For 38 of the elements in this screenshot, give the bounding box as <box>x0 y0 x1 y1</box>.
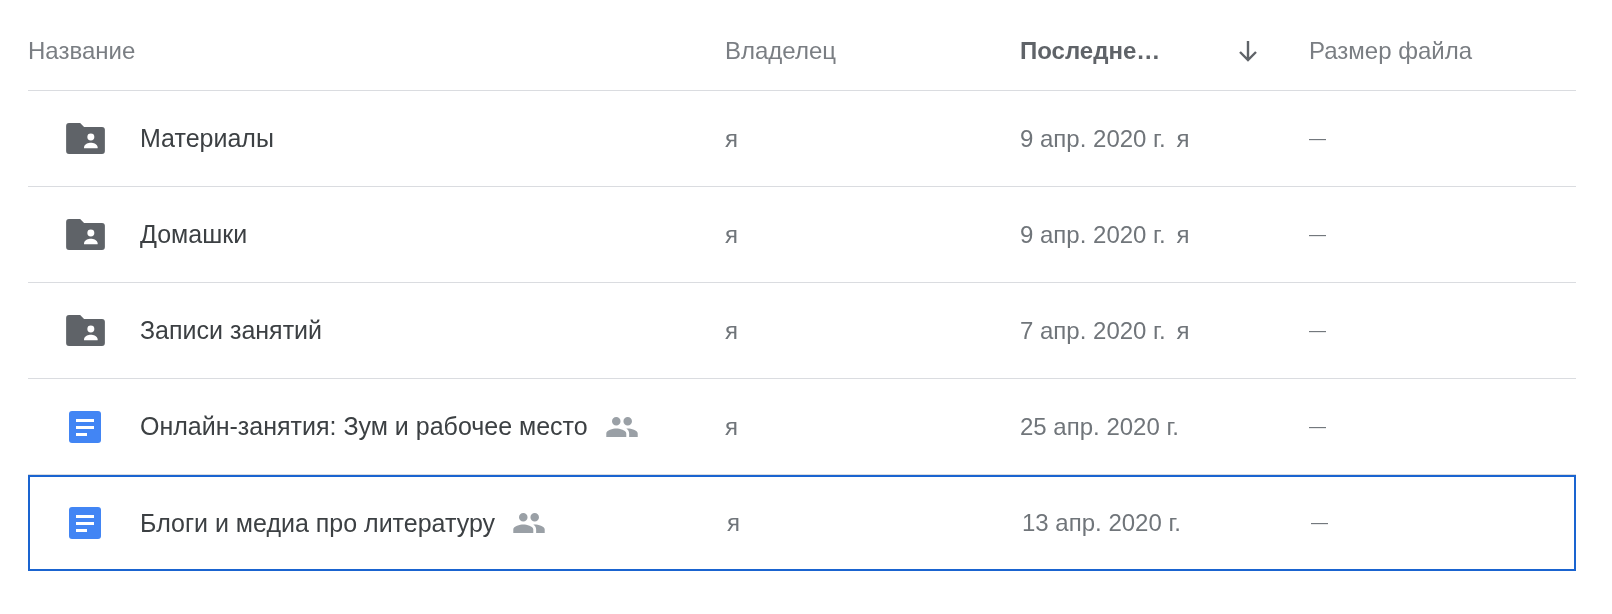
modifier-name: я <box>1176 124 1190 153</box>
file-row[interactable]: Записи занятий я 7 апр. 2020 г. я — <box>28 283 1576 379</box>
modified-date: 25 апр. 2020 г. <box>1020 412 1179 441</box>
file-name: Материалы <box>140 124 274 153</box>
modified-date: 7 апр. 2020 г. <box>1020 316 1166 345</box>
column-header[interactable]: Размер файла <box>1309 37 1472 65</box>
document-icon <box>69 410 101 443</box>
file-name: Блоги и медиа про литературу <box>140 508 496 538</box>
file-row[interactable]: Домашки я 9 апр. 2020 г. я — <box>28 187 1576 283</box>
file-row[interactable]: Материалы я 9 апр. 2020 г. я — <box>28 91 1576 187</box>
file-row[interactable]: Блоги и медиа про литературу я 13 апр. 2020 г. — <box>28 475 1576 571</box>
modified-date: 9 апр. 2020 г. <box>1020 124 1166 153</box>
document-icon <box>69 507 101 539</box>
file-size: — <box>1311 513 1328 533</box>
folder-person-icon <box>65 315 105 346</box>
owner-name: я <box>725 220 738 249</box>
owner-name: я <box>725 316 738 345</box>
file-name: Записи занятий <box>140 316 322 345</box>
folder-person-icon <box>65 219 105 250</box>
arrow-down-icon[interactable] <box>1237 39 1259 63</box>
file-size: — <box>1309 320 1326 341</box>
file-size: — <box>1309 416 1326 437</box>
column-header[interactable]: Название <box>28 37 136 65</box>
modified-date: 13 апр. 2020 г. <box>1022 509 1181 537</box>
file-size: — <box>1309 224 1326 245</box>
owner-name: я <box>725 412 738 441</box>
modifier-name: я <box>1176 316 1190 345</box>
file-size: — <box>1309 128 1326 149</box>
file-row[interactable]: Онлайн-занятия: Зум и рабочее место я 25 апр. 2020 г. — <box>28 379 1576 475</box>
owner-name: я <box>725 124 738 153</box>
file-name: Домашки <box>140 220 248 249</box>
column-header[interactable]: Последне… <box>1020 37 1161 65</box>
column-header[interactable]: Владелец <box>725 37 836 65</box>
modifier-name: я <box>1176 220 1190 249</box>
file-name: Онлайн-занятия: Зум и рабочее место <box>140 412 588 441</box>
owner-name: я <box>727 509 740 537</box>
folder-person-icon <box>65 123 105 154</box>
modified-date: 9 апр. 2020 г. <box>1020 220 1166 249</box>
